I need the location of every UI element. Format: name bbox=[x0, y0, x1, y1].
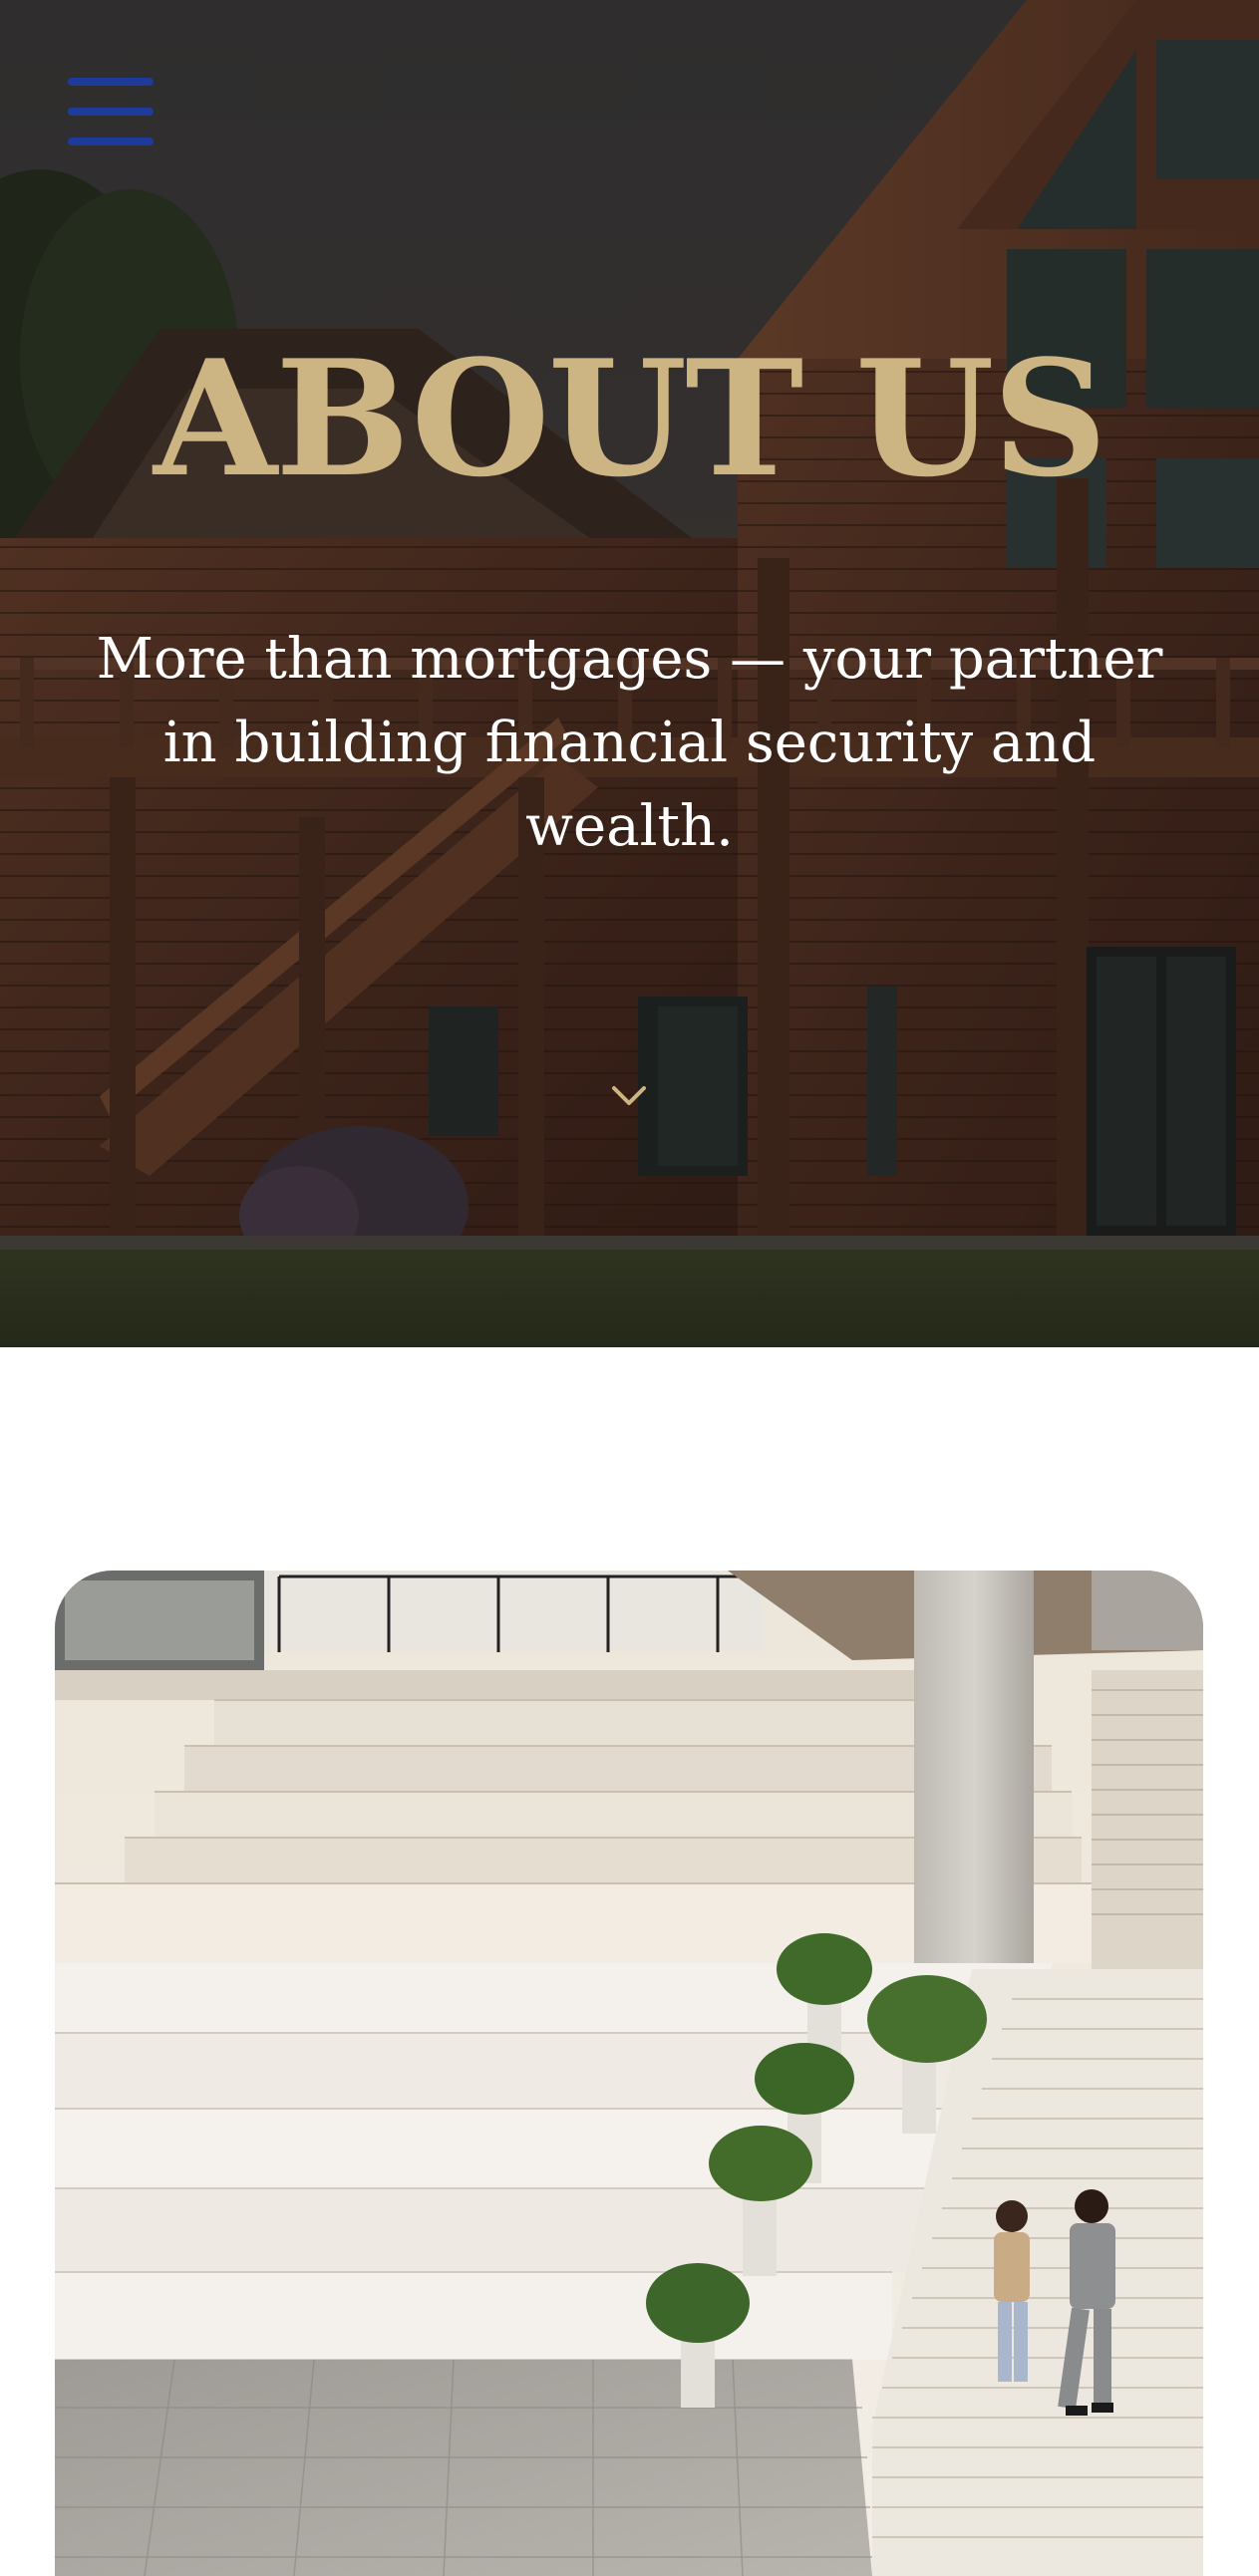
chevron-down-icon[interactable] bbox=[606, 1076, 652, 1116]
feature-image-card bbox=[55, 1571, 1203, 2576]
menu-bar-middle bbox=[68, 108, 154, 116]
office-stairs-image bbox=[55, 1571, 1203, 2576]
menu-bar-top bbox=[68, 78, 154, 86]
hero-section: ABOUT US More than mortgages — your part… bbox=[0, 0, 1259, 1347]
hamburger-menu-icon[interactable] bbox=[68, 78, 154, 145]
hero-subtitle: More than mortgages — your partner in bu… bbox=[96, 627, 1163, 859]
page-title: ABOUT US bbox=[153, 325, 1107, 512]
menu-bar-bottom bbox=[68, 138, 154, 145]
